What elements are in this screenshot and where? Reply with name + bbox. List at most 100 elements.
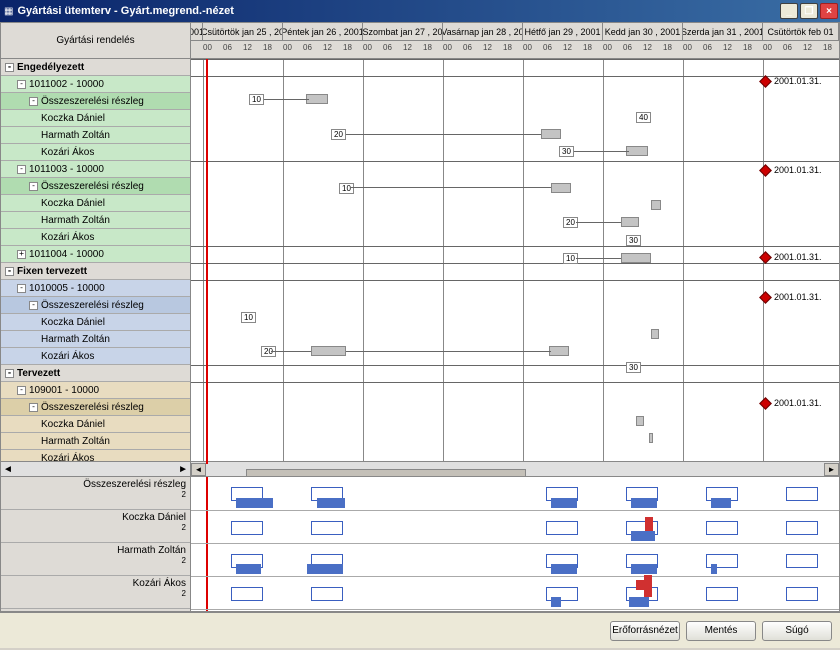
close-button[interactable]: × — [820, 3, 838, 19]
tree-label: Koczka Dániel — [41, 419, 105, 430]
tree-label: Összeszerelési részleg — [41, 181, 144, 192]
load-bar — [631, 531, 655, 541]
tree-scrollbar[interactable]: ◄ ► — [1, 461, 190, 476]
gantt-bar[interactable] — [311, 346, 346, 356]
gantt-bar-label: 10 — [339, 183, 354, 194]
gantt-bar[interactable] — [651, 329, 659, 339]
scroll-left-icon[interactable]: ◄ — [191, 463, 206, 476]
scrollbar-thumb[interactable] — [246, 469, 526, 476]
expander-icon[interactable]: - — [17, 165, 26, 174]
milestone-diamond[interactable] — [759, 75, 772, 88]
gantt-bar[interactable] — [551, 183, 571, 193]
expander-icon[interactable]: - — [17, 284, 26, 293]
milestone-diamond[interactable] — [759, 164, 772, 177]
gantt-bar[interactable] — [621, 253, 651, 263]
capacity-bar — [311, 587, 343, 601]
expander-icon[interactable]: + — [17, 250, 26, 259]
tree-label: Kozári Ákos — [41, 351, 94, 362]
resource-view-button[interactable]: Erőforrásnézet — [610, 621, 680, 641]
tree-row[interactable]: Koczka Dániel — [1, 110, 190, 127]
tree-row[interactable]: Koczka Dániel — [1, 195, 190, 212]
milestone-diamond[interactable] — [759, 291, 772, 304]
expander-icon[interactable]: - — [29, 301, 38, 310]
hour-tick: 18 — [343, 43, 352, 52]
tree-row[interactable]: -Összeszerelési részleg — [1, 178, 190, 195]
tree-row[interactable]: Kozári Ákos — [1, 348, 190, 365]
expander-icon[interactable]: - — [17, 386, 26, 395]
titlebar: ▦ Gyártási ütemterv - Gyárt.megrend.-néz… — [0, 0, 840, 22]
gantt-scrollbar[interactable]: ◄ ► — [191, 461, 839, 476]
tree-label: Kozári Ákos — [41, 453, 94, 462]
tree-label: Koczka Dániel — [41, 113, 105, 124]
day-header: Csütörtök jan 25 , 20 — [203, 23, 283, 41]
tree-row[interactable]: -Összeszerelési részleg — [1, 93, 190, 110]
tree-row[interactable]: Kozári Ákos — [1, 144, 190, 161]
tree-row[interactable]: -1011002 - 10000 — [1, 76, 190, 93]
tree-row[interactable]: Kozári Ákos — [1, 450, 190, 461]
gantt-bar[interactable] — [651, 200, 661, 210]
tree-label: 1011003 - 10000 — [29, 164, 104, 175]
overload-bar — [645, 517, 653, 531]
tree-row[interactable]: -Engedélyezett — [1, 59, 190, 76]
milestone-diamond[interactable] — [759, 397, 772, 410]
gantt-body: 10203040102030101020302001.01.31.2001.01… — [191, 59, 839, 464]
tree-row[interactable]: Koczka Dániel — [1, 416, 190, 433]
hour-tick: 06 — [703, 43, 712, 52]
day-separator — [283, 59, 284, 464]
expander-icon[interactable]: - — [5, 63, 14, 72]
gantt-bar[interactable] — [306, 94, 328, 104]
expander-icon[interactable]: - — [5, 267, 14, 276]
hour-tick: 18 — [743, 43, 752, 52]
tree-label: Kozári Ákos — [41, 147, 94, 158]
tree-row[interactable]: Kozári Ákos — [1, 229, 190, 246]
tree-row[interactable]: Harmath Zoltán — [1, 433, 190, 450]
gantt-bar-label: 10 — [249, 94, 264, 105]
gantt-bar[interactable] — [626, 146, 648, 156]
day-separator — [603, 59, 604, 464]
tree-label: Összeszerelési részleg — [41, 96, 144, 107]
overload-bar — [636, 580, 644, 590]
tree-row[interactable]: -109001 - 10000 — [1, 382, 190, 399]
gantt-bar[interactable] — [549, 346, 569, 356]
resource-scale-tick: 2 — [182, 556, 186, 565]
scroll-right-icon[interactable]: ► — [178, 464, 188, 475]
tree-row[interactable]: -Összeszerelési részleg — [1, 297, 190, 314]
day-header: Csütörtök feb 01 — [763, 23, 839, 41]
tree-row[interactable]: Koczka Dániel — [1, 314, 190, 331]
resource-name: Kozári Ákos — [133, 578, 186, 589]
day-header: Kedd jan 30 , 2001 — [603, 23, 683, 41]
resource-name: Harmath Zoltán — [117, 545, 186, 556]
resource-name: Összeszerelési részleg — [83, 479, 186, 490]
gantt-bar[interactable] — [541, 129, 561, 139]
tree-label: Koczka Dániel — [41, 317, 105, 328]
gantt-bar[interactable] — [621, 217, 639, 227]
hour-tick: 12 — [803, 43, 812, 52]
maximize-button[interactable]: ❐ — [800, 3, 818, 19]
tree-label: Tervezett — [17, 368, 60, 379]
expander-icon[interactable]: - — [29, 97, 38, 106]
milestone-diamond[interactable] — [759, 251, 772, 264]
gantt-bar-label: 10 — [241, 312, 256, 323]
help-button[interactable]: Súgó — [762, 621, 832, 641]
tree-row[interactable]: -Fixen tervezett — [1, 263, 190, 280]
expander-icon[interactable]: - — [5, 369, 14, 378]
save-button[interactable]: Mentés — [686, 621, 756, 641]
tree-row[interactable]: -Összeszerelési részleg — [1, 399, 190, 416]
tree-row[interactable]: -1011003 - 10000 — [1, 161, 190, 178]
expander-icon[interactable]: - — [29, 403, 38, 412]
expander-icon[interactable]: - — [29, 182, 38, 191]
scroll-left-icon[interactable]: ◄ — [3, 464, 13, 475]
tree-row[interactable]: -1010005 - 10000 — [1, 280, 190, 297]
gantt-bar[interactable] — [649, 433, 653, 443]
tree-row[interactable]: +1011004 - 10000 — [1, 246, 190, 263]
tree-row[interactable]: Harmath Zoltán — [1, 127, 190, 144]
minimize-button[interactable]: _ — [780, 3, 798, 19]
gantt-bar[interactable] — [636, 416, 644, 426]
tree-row[interactable]: Harmath Zoltán — [1, 212, 190, 229]
tree-panel: -Engedélyezett-1011002 - 10000-Összeszer… — [1, 59, 190, 461]
hour-tick: 18 — [663, 43, 672, 52]
scroll-right-icon[interactable]: ► — [824, 463, 839, 476]
tree-row[interactable]: Harmath Zoltán — [1, 331, 190, 348]
expander-icon[interactable]: - — [17, 80, 26, 89]
tree-row[interactable]: -Tervezett — [1, 365, 190, 382]
